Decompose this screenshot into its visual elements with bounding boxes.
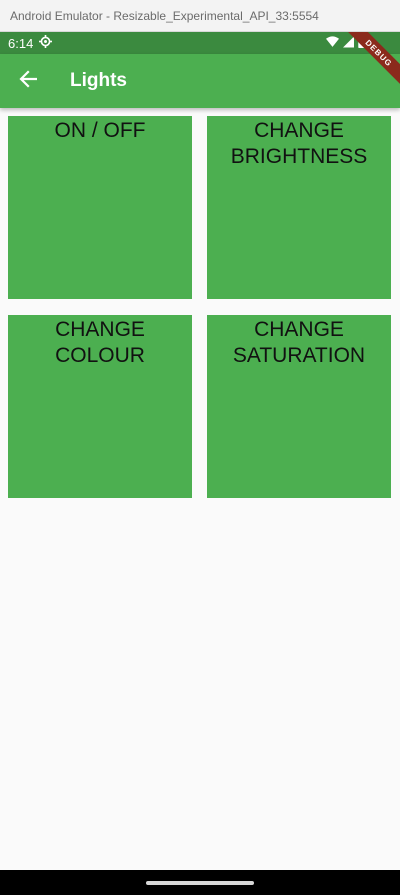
tile-label: ON / OFF <box>54 119 146 142</box>
device-frame: 6:14 DEBUG Lights ON / OFF CHANGE BRIGHT… <box>0 32 400 895</box>
tile-label: CHANGE <box>55 318 145 341</box>
emulator-title: Android Emulator - Resizable_Experimenta… <box>10 8 319 23</box>
change-saturation-tile[interactable]: CHANGE SATURATION <box>207 315 391 498</box>
change-brightness-tile[interactable]: CHANGE BRIGHTNESS <box>207 116 391 299</box>
tile-label: CHANGE <box>254 119 344 142</box>
change-colour-tile[interactable]: CHANGE COLOUR <box>8 315 192 498</box>
settings-gear-icon <box>39 35 53 51</box>
wifi-icon <box>326 35 339 51</box>
page-title: Lights <box>70 70 127 91</box>
tile-label: CHANGE <box>254 318 344 341</box>
app-bar: Lights <box>0 54 400 108</box>
status-time: 6:14 <box>8 35 34 51</box>
arrow-left-icon <box>19 69 38 93</box>
tile-label: SATURATION <box>232 344 366 367</box>
status-bar: 6:14 <box>0 32 400 54</box>
back-button[interactable] <box>0 54 56 108</box>
signal-icon <box>343 36 354 51</box>
tile-label: BRIGHTNESS <box>230 145 368 168</box>
emulator-title-bar: Android Emulator - Resizable_Experimenta… <box>0 0 400 32</box>
home-gesture-handle[interactable] <box>146 881 254 885</box>
on-off-tile[interactable]: ON / OFF <box>8 116 192 299</box>
app-screen: 6:14 DEBUG Lights ON / OFF CHANGE BRIGHT… <box>0 32 400 870</box>
tile-label: COLOUR <box>55 344 145 367</box>
navigation-bar <box>0 870 400 895</box>
